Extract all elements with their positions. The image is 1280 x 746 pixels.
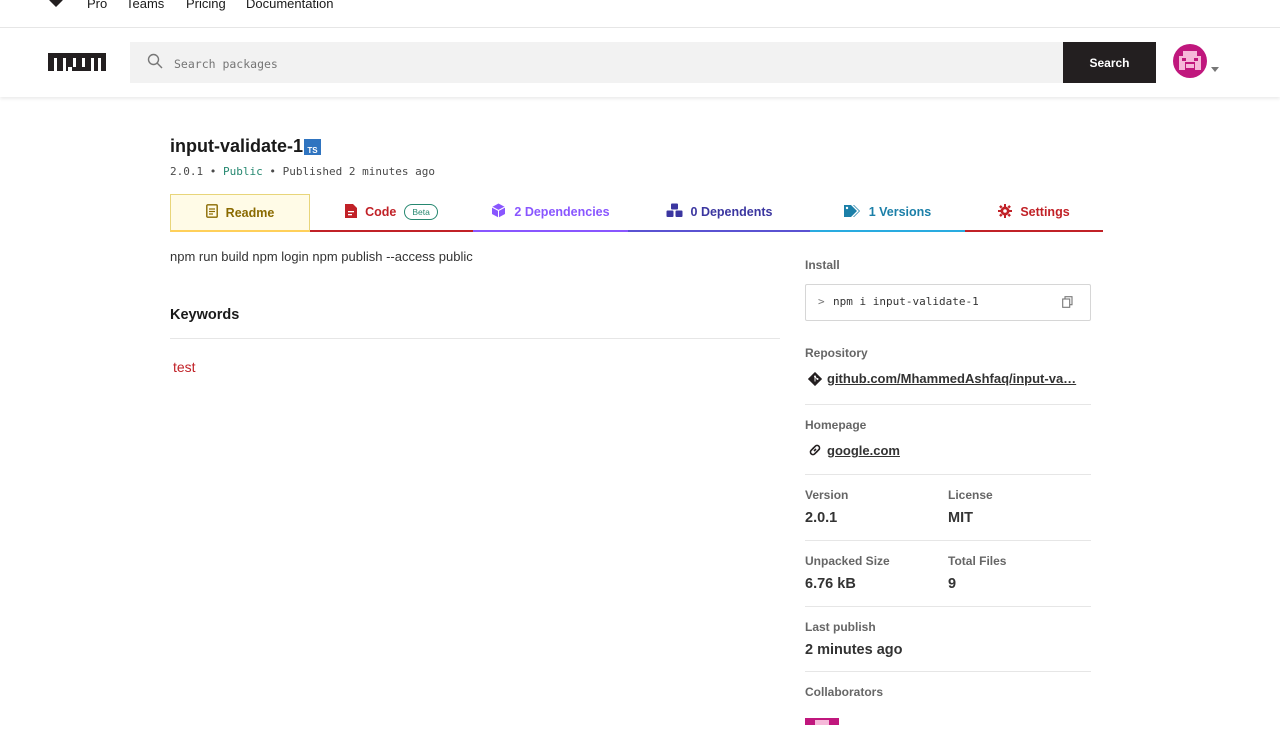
package-published: Published 2 minutes ago <box>282 165 435 178</box>
document-icon <box>205 204 218 221</box>
repository-label: Repository <box>805 346 868 360</box>
keywords-divider <box>170 338 780 339</box>
tab-dependents[interactable]: 0 Dependents <box>628 194 810 232</box>
link-icon <box>808 443 822 462</box>
package-meta: 2.0.1 • Public • Published 2 minutes ago <box>170 165 435 178</box>
sidebar-divider <box>805 540 1091 541</box>
typescript-badge: TS <box>304 139 321 155</box>
cubes-icon <box>666 203 683 221</box>
repository-link[interactable]: github.com/MhammedAshfaq/input-va… <box>827 371 1076 386</box>
homepage-label: Homepage <box>805 418 867 432</box>
total-files-label: Total Files <box>948 554 1007 568</box>
collaborator-avatar[interactable] <box>805 712 839 746</box>
total-files-value: 9 <box>948 576 957 592</box>
last-publish-value: 2 minutes ago <box>805 642 903 658</box>
tab-code-label: Code <box>365 205 397 219</box>
readme-body: npm run build npm login npm publish --ac… <box>170 249 473 264</box>
package-visibility: Public <box>223 165 263 178</box>
tab-settings-label: Settings <box>1020 205 1070 219</box>
git-icon <box>807 371 823 391</box>
install-command[interactable]: npm i input-validate-1 <box>833 295 979 308</box>
sidebar-divider <box>805 474 1091 475</box>
tab-dependents-label: 0 Dependents <box>690 205 773 219</box>
beta-badge: Beta <box>404 204 438 220</box>
search-input[interactable] <box>172 42 1036 85</box>
tab-versions-label: 1 Versions <box>868 205 932 219</box>
last-publish-label: Last publish <box>805 620 876 634</box>
top-nav: Pro Teams Pricing Documentation <box>0 0 1280 28</box>
version-label: Version <box>805 488 849 502</box>
sidebar-divider <box>805 404 1091 405</box>
prompt-chevron-icon: > <box>818 295 825 308</box>
license-label: License <box>948 488 993 502</box>
npm-logo[interactable] <box>48 53 106 76</box>
tab-readme[interactable]: Readme <box>170 194 310 232</box>
keywords-heading: Keywords <box>170 307 240 323</box>
tab-settings[interactable]: Settings <box>965 194 1103 232</box>
search-button[interactable]: Search <box>1063 42 1156 83</box>
tags-icon <box>843 204 861 221</box>
chevron-down-icon[interactable] <box>1211 59 1219 77</box>
tab-readme-label: Readme <box>225 205 275 220</box>
site-header: Search <box>0 28 1280 97</box>
license-value: MIT <box>948 510 973 526</box>
sidebar-divider <box>805 671 1091 672</box>
unpacked-size-value: 6.76 kB <box>805 576 856 592</box>
box-icon <box>491 203 506 221</box>
package-name: input-validate-1 <box>170 136 304 156</box>
install-label: Install <box>805 258 840 272</box>
nav-pro-link[interactable]: Pro <box>87 0 107 11</box>
package-tabs: Readme Code Beta 2 Dependencies 0 Depend… <box>170 194 1103 232</box>
heart-icon[interactable] <box>48 0 64 13</box>
nav-pricing-link[interactable]: Pricing <box>186 0 226 11</box>
search-box <box>130 42 1063 85</box>
tab-code[interactable]: Code Beta <box>310 194 473 232</box>
copy-icon[interactable] <box>1062 295 1073 313</box>
tab-versions[interactable]: 1 Versions <box>810 194 965 232</box>
tab-dependencies-label: 2 Dependencies <box>514 205 610 219</box>
install-command-box[interactable]: > npm i input-validate-1 <box>805 284 1091 321</box>
nav-teams-link[interactable]: Teams <box>126 0 164 11</box>
tab-dependencies[interactable]: 2 Dependencies <box>473 194 628 232</box>
version-value: 2.0.1 <box>805 510 838 526</box>
user-avatar[interactable] <box>1173 44 1207 78</box>
sidebar-divider <box>805 606 1091 607</box>
nav-documentation-link[interactable]: Documentation <box>246 0 333 11</box>
gear-icon <box>998 203 1013 221</box>
search-icon <box>147 53 163 74</box>
collaborators-label: Collaborators <box>805 685 884 699</box>
keyword-link[interactable]: test <box>173 359 196 375</box>
code-file-icon <box>345 203 358 221</box>
homepage-link[interactable]: google.com <box>827 443 900 458</box>
package-version: 2.0.1 <box>170 165 204 178</box>
unpacked-size-label: Unpacked Size <box>805 554 890 568</box>
